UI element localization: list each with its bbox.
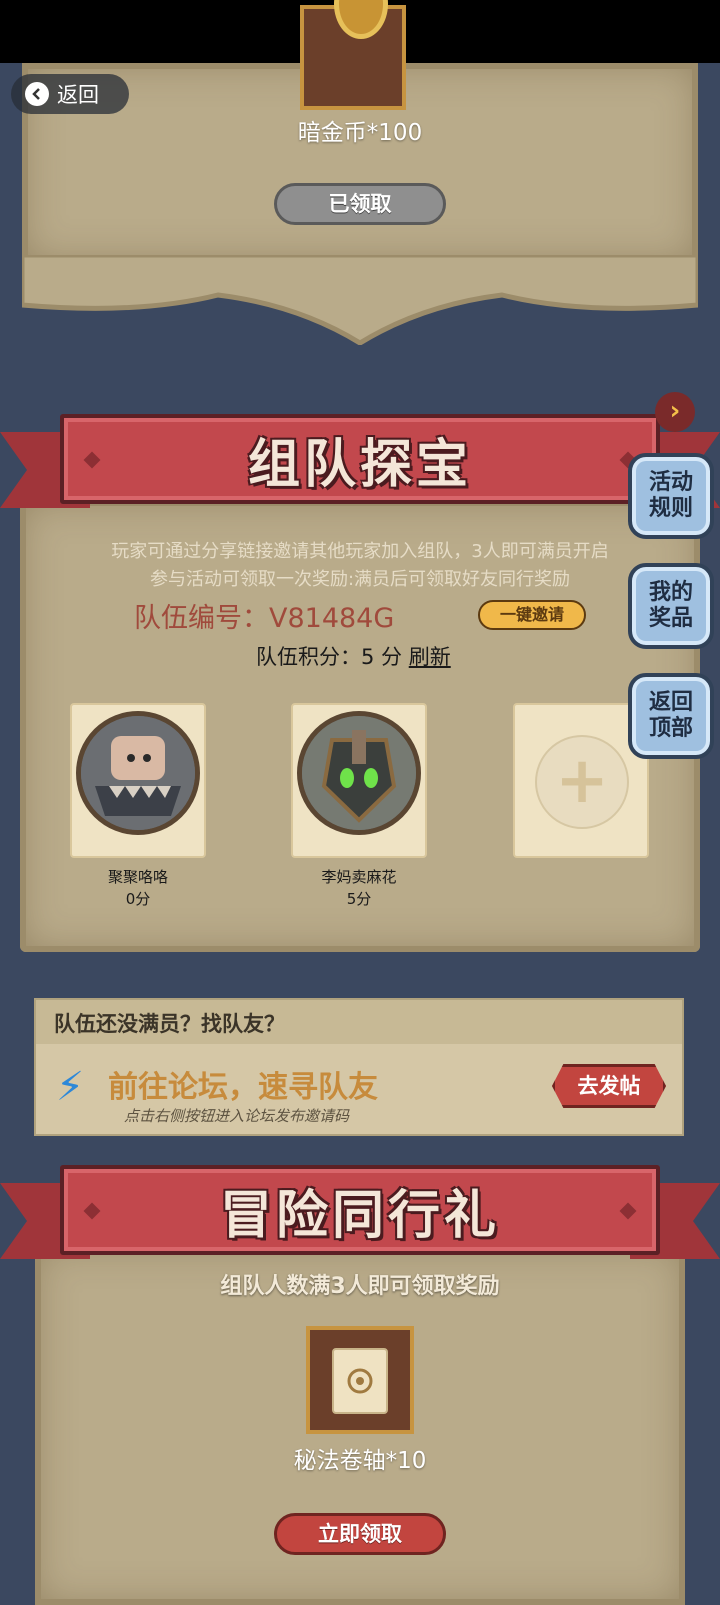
companion-section-title: 冒险同行礼 [219, 1185, 500, 1246]
add-member-icon: + [535, 735, 629, 829]
team-banner: 组队探宝 [60, 414, 660, 504]
banner-left-diamond-2 [83, 1202, 101, 1220]
team-section-title: 组队探宝 [247, 434, 472, 495]
find-teammates-title: 队伍还没满员？找队友？ [54, 1012, 285, 1036]
activity-rules-button[interactable]: 活动规则 [628, 453, 714, 539]
scroll-reward-name: 秘法卷轴*10 [293, 1448, 427, 1474]
panel-bottom-edge [22, 255, 698, 345]
member-score-2: 5分 [346, 890, 372, 908]
lightning-icon: ⚡ [56, 1064, 85, 1110]
back-label: 返回 [57, 83, 99, 107]
banner-left-diamond [83, 451, 101, 469]
member-avatar-1 [76, 711, 200, 835]
member-card-1 [70, 703, 206, 858]
team-score: 队伍积分：5 分 [256, 645, 403, 669]
team-description-line2: 参与活动可领取一次奖励:满员后可领取好友同行奖励 [149, 569, 571, 590]
chevron-right-icon[interactable]: › [655, 392, 695, 432]
team-size-requirement: 组队人数满3人即可领取奖励 [220, 1274, 500, 1299]
claimed-button[interactable]: 已领取 [274, 183, 446, 225]
companion-banner: 冒险同行礼 [60, 1165, 660, 1255]
banner-right-diamond-2 [619, 1202, 637, 1220]
coin-reward-frame [300, 0, 406, 110]
go-post-button[interactable]: 去发帖 [552, 1064, 666, 1108]
member-avatar-2 [297, 711, 421, 835]
back-button[interactable]: 返回 [11, 74, 129, 114]
member-name-2: 李妈卖麻花 [321, 868, 397, 886]
member-name-1: 聚聚咯咯 [107, 868, 168, 886]
member-score-1: 0分 [125, 890, 151, 908]
member-card-2 [291, 703, 427, 858]
go-to-forum-text: 前往论坛，速寻队友 [108, 1070, 378, 1105]
scroll-reward-frame [306, 1326, 414, 1434]
team-score-row: 队伍积分：5 分 刷新 [256, 641, 451, 671]
coin-reward-name: 暗金币*100 [297, 120, 423, 146]
team-id: 队伍编号：V81484G [134, 603, 395, 634]
back-to-top-button[interactable]: 返回顶部 [628, 673, 714, 759]
claim-now-button[interactable]: 立即领取 [274, 1513, 446, 1555]
team-description-line1: 玩家可通过分享链接邀请其他玩家加入组队，3人即可满员开启 [111, 541, 609, 562]
forum-hint: 点击右侧按钮进入论坛发布邀请码 [124, 1107, 350, 1125]
dark-gold-coin-icon [334, 0, 388, 39]
one-click-invite-button[interactable]: 一键邀请 [478, 600, 586, 630]
refresh-link[interactable]: 刷新 [409, 645, 451, 669]
arcane-scroll-icon [332, 1348, 388, 1414]
find-teammates-panel: 队伍还没满员？找队友？ ⚡ 前往论坛，速寻队友 点击右侧按钮进入论坛发布邀请码 … [34, 998, 684, 1136]
my-prizes-button[interactable]: 我的奖品 [628, 563, 714, 649]
back-arrow-icon [25, 82, 49, 106]
